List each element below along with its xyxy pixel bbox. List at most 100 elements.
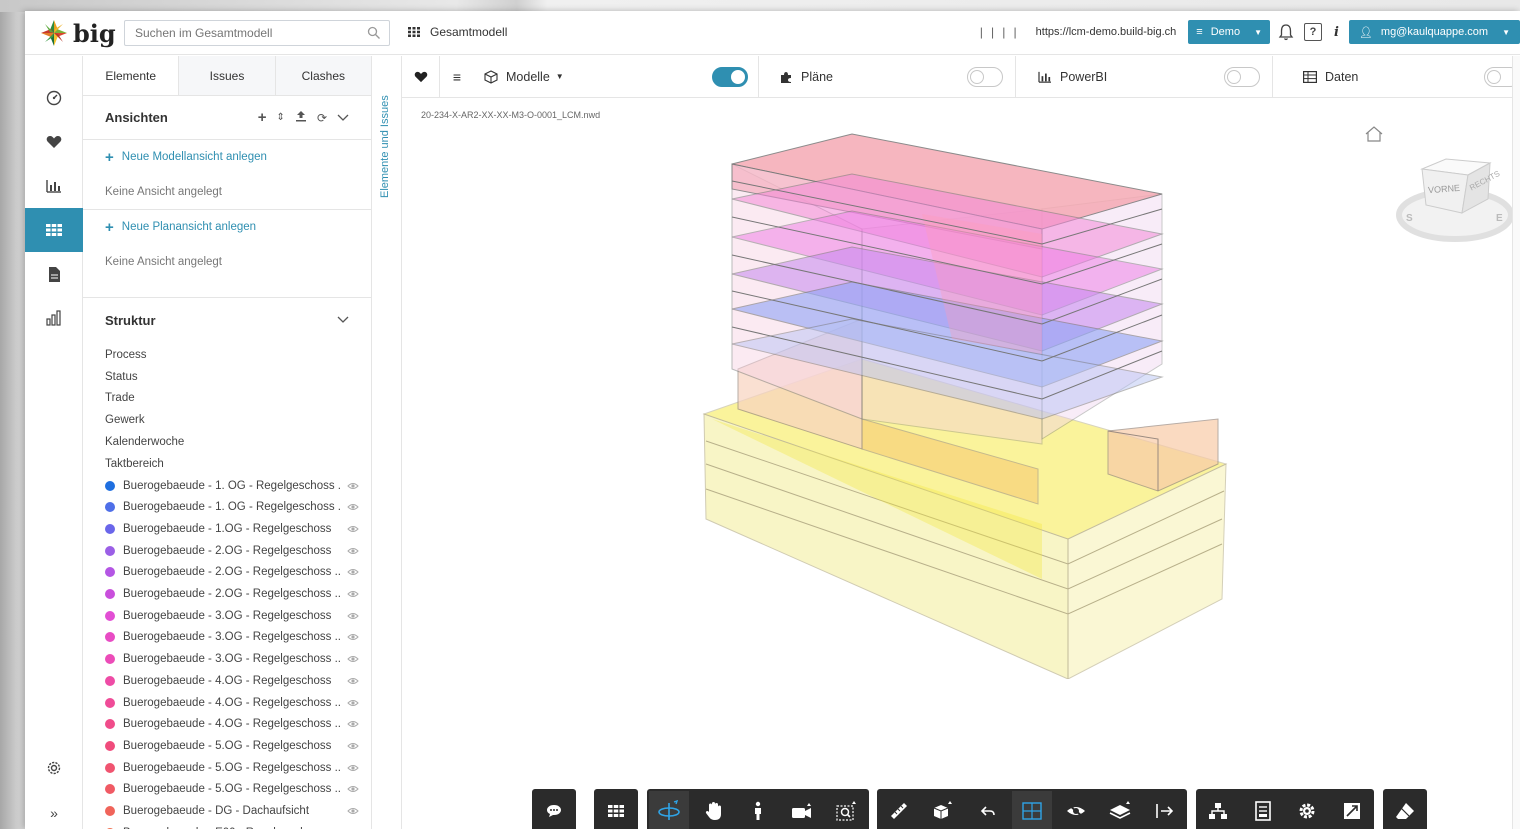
- tree-structure-icon[interactable]: [1198, 791, 1238, 829]
- visibility-eye-icon[interactable]: [347, 785, 359, 793]
- visibility-eye-icon[interactable]: [347, 612, 359, 620]
- viewer-settings-gear-icon[interactable]: [1287, 791, 1327, 829]
- layer-item[interactable]: Buerogebaeude - 1.OG - Regelgeschoss: [83, 518, 371, 540]
- exit-arrow-icon[interactable]: [1145, 791, 1185, 829]
- pan-hand-icon[interactable]: [694, 791, 734, 829]
- layer-item[interactable]: Buerogebaeude - 2.OG - Regelgeschoss ...: [83, 583, 371, 605]
- building-model[interactable]: [692, 119, 1232, 679]
- expand-chevrons-icon[interactable]: »: [25, 791, 83, 829]
- visibility-eye-icon[interactable]: [347, 568, 359, 576]
- help-icon[interactable]: ?: [1303, 23, 1322, 41]
- elements-issues-vertical-tab[interactable]: Elemente und Issues: [379, 88, 391, 198]
- section-cube-icon[interactable]: [923, 791, 963, 829]
- eraser-icon[interactable]: [1385, 791, 1425, 829]
- zoom-window-icon[interactable]: [827, 791, 867, 829]
- models-dropdown[interactable]: Modelle: [506, 70, 550, 84]
- section-box-icon[interactable]: [1011, 791, 1052, 829]
- layer-item[interactable]: Buerogebaeude - 4.OG - Regelgeschoss: [83, 670, 371, 692]
- views-section-header[interactable]: Ansichten + ⇕ ⟳: [83, 96, 371, 140]
- visibility-eye-icon[interactable]: [347, 764, 359, 772]
- visibility-eye-icon[interactable]: [347, 503, 359, 511]
- structure-item[interactable]: Gewerk: [83, 409, 371, 431]
- visibility-eye-icon[interactable]: [347, 807, 359, 815]
- hamburger-menu-icon[interactable]: ≡: [440, 56, 474, 98]
- search-input[interactable]: [135, 26, 355, 40]
- layer-item[interactable]: Buerogebaeude - 2.OG - Regelgeschoss: [83, 540, 371, 562]
- view-cube[interactable]: VORNE RECHTS S E: [1392, 149, 1512, 249]
- fullscreen-icon[interactable]: [1332, 791, 1372, 829]
- upload-icon[interactable]: [295, 110, 307, 125]
- plans-toggle[interactable]: [967, 66, 1003, 87]
- layer-item[interactable]: Buerogebaeude - 1. OG - Regelgeschoss ..…: [83, 496, 371, 518]
- structure-item[interactable]: Kalenderwoche: [83, 431, 371, 453]
- document-icon[interactable]: [25, 252, 83, 296]
- visibility-eye-icon[interactable]: [347, 677, 359, 685]
- layer-item[interactable]: Buerogebaeude - 3.OG - Regelgeschoss ...: [83, 627, 371, 649]
- visibility-eye-icon[interactable]: [347, 655, 359, 663]
- comment-icon[interactable]: [534, 791, 574, 829]
- layer-item[interactable]: Buerogebaeude - 5.OG - Regelgeschoss ...: [83, 778, 371, 800]
- bar-chart-icon[interactable]: [25, 164, 83, 208]
- home-icon[interactable]: [1364, 125, 1384, 143]
- user-menu-button[interactable]: 👤︎ mg@kaulquappe.com ▼: [1348, 20, 1520, 44]
- layer-item[interactable]: Buerogebaeude - 5.OG - Regelgeschoss: [83, 735, 371, 757]
- layer-item[interactable]: Buerogebaeude - 4.OG - Regelgeschoss ...: [83, 692, 371, 714]
- layer-item[interactable]: Buerogebaeude - 1. OG - Regelgeschoss ..…: [83, 475, 371, 497]
- tab-elemente[interactable]: Elemente: [83, 56, 180, 95]
- new-plan-view-link[interactable]: + Neue Planansicht anlegen: [83, 210, 371, 244]
- properties-sheet-icon[interactable]: [1243, 791, 1283, 829]
- visibility-eye-icon[interactable]: [347, 482, 359, 490]
- info-icon[interactable]: i: [1334, 25, 1339, 40]
- favorites-heart-icon[interactable]: [25, 120, 83, 164]
- structure-item[interactable]: Status: [83, 366, 371, 388]
- powerbi-toggle[interactable]: [1224, 66, 1260, 87]
- visibility-eye-icon[interactable]: [347, 633, 359, 641]
- orbit-icon[interactable]: [649, 791, 690, 829]
- undo-arrow-icon[interactable]: [968, 791, 1008, 829]
- camera-icon[interactable]: [782, 791, 822, 829]
- chevron-down-icon[interactable]: [337, 111, 349, 125]
- building-chart-icon[interactable]: [25, 296, 83, 340]
- structure-item[interactable]: Taktbereich: [83, 453, 371, 475]
- settings-gear-icon[interactable]: [25, 746, 83, 790]
- structure-section-header[interactable]: Struktur: [83, 298, 371, 342]
- model-grid-icon[interactable]: [25, 208, 83, 252]
- visibility-eye-icon[interactable]: [347, 547, 359, 555]
- dashboard-icon[interactable]: [25, 76, 83, 120]
- measure-ruler-icon[interactable]: [879, 791, 919, 829]
- url-label[interactable]: https://lcm-demo.build-big.ch: [1036, 26, 1177, 38]
- logo[interactable]: big: [39, 18, 116, 48]
- layers-icon[interactable]: [1101, 791, 1141, 829]
- new-model-view-link[interactable]: + Neue Modellansicht anlegen: [83, 140, 371, 174]
- layer-item[interactable]: Buerogebaeude - E00 - Regelgeschoss: [83, 822, 371, 829]
- visibility-eye-icon[interactable]: [347, 525, 359, 533]
- search-box[interactable]: [124, 20, 390, 46]
- chevron-down-icon[interactable]: [337, 313, 349, 327]
- layer-item[interactable]: Buerogebaeude - 3.OG - Regelgeschoss: [83, 605, 371, 627]
- layer-item[interactable]: Buerogebaeude - 3.OG - Regelgeschoss ...: [83, 648, 371, 670]
- favorite-heart-icon[interactable]: [402, 55, 440, 98]
- bell-icon[interactable]: [1278, 23, 1294, 41]
- hide-eye-icon[interactable]: [1056, 791, 1096, 829]
- visibility-eye-icon[interactable]: [347, 699, 359, 707]
- walk-person-icon[interactable]: [738, 791, 778, 829]
- visibility-eye-icon[interactable]: [347, 720, 359, 728]
- refresh-icon[interactable]: ⟳: [317, 111, 327, 125]
- visibility-eye-icon[interactable]: [347, 590, 359, 598]
- models-toggle[interactable]: [712, 66, 748, 87]
- search-icon[interactable]: [367, 26, 381, 40]
- layer-item[interactable]: Buerogebaeude - DG - Dachaufsicht: [83, 800, 371, 822]
- grid-menu-icon[interactable]: [596, 791, 636, 829]
- layer-item[interactable]: Buerogebaeude - 5.OG - Regelgeschoss ...: [83, 757, 371, 779]
- layer-item[interactable]: Buerogebaeude - 4.OG - Regelgeschoss ...: [83, 713, 371, 735]
- sort-icon[interactable]: ⇕: [277, 112, 285, 123]
- add-icon[interactable]: +: [258, 109, 267, 126]
- caret-down-icon[interactable]: ▼: [556, 72, 564, 81]
- visibility-eye-icon[interactable]: [347, 742, 359, 750]
- structure-item[interactable]: Process: [83, 344, 371, 366]
- tab-clashes[interactable]: Clashes: [275, 56, 371, 95]
- tab-issues[interactable]: Issues: [179, 56, 276, 95]
- 3d-viewport[interactable]: 20-234-X-AR2-XX-XX-M3-O-0001_LCM.nwd VOR…: [402, 99, 1520, 829]
- structure-item[interactable]: Trade: [83, 388, 371, 410]
- model-title[interactable]: Gesamtmodell: [408, 25, 507, 39]
